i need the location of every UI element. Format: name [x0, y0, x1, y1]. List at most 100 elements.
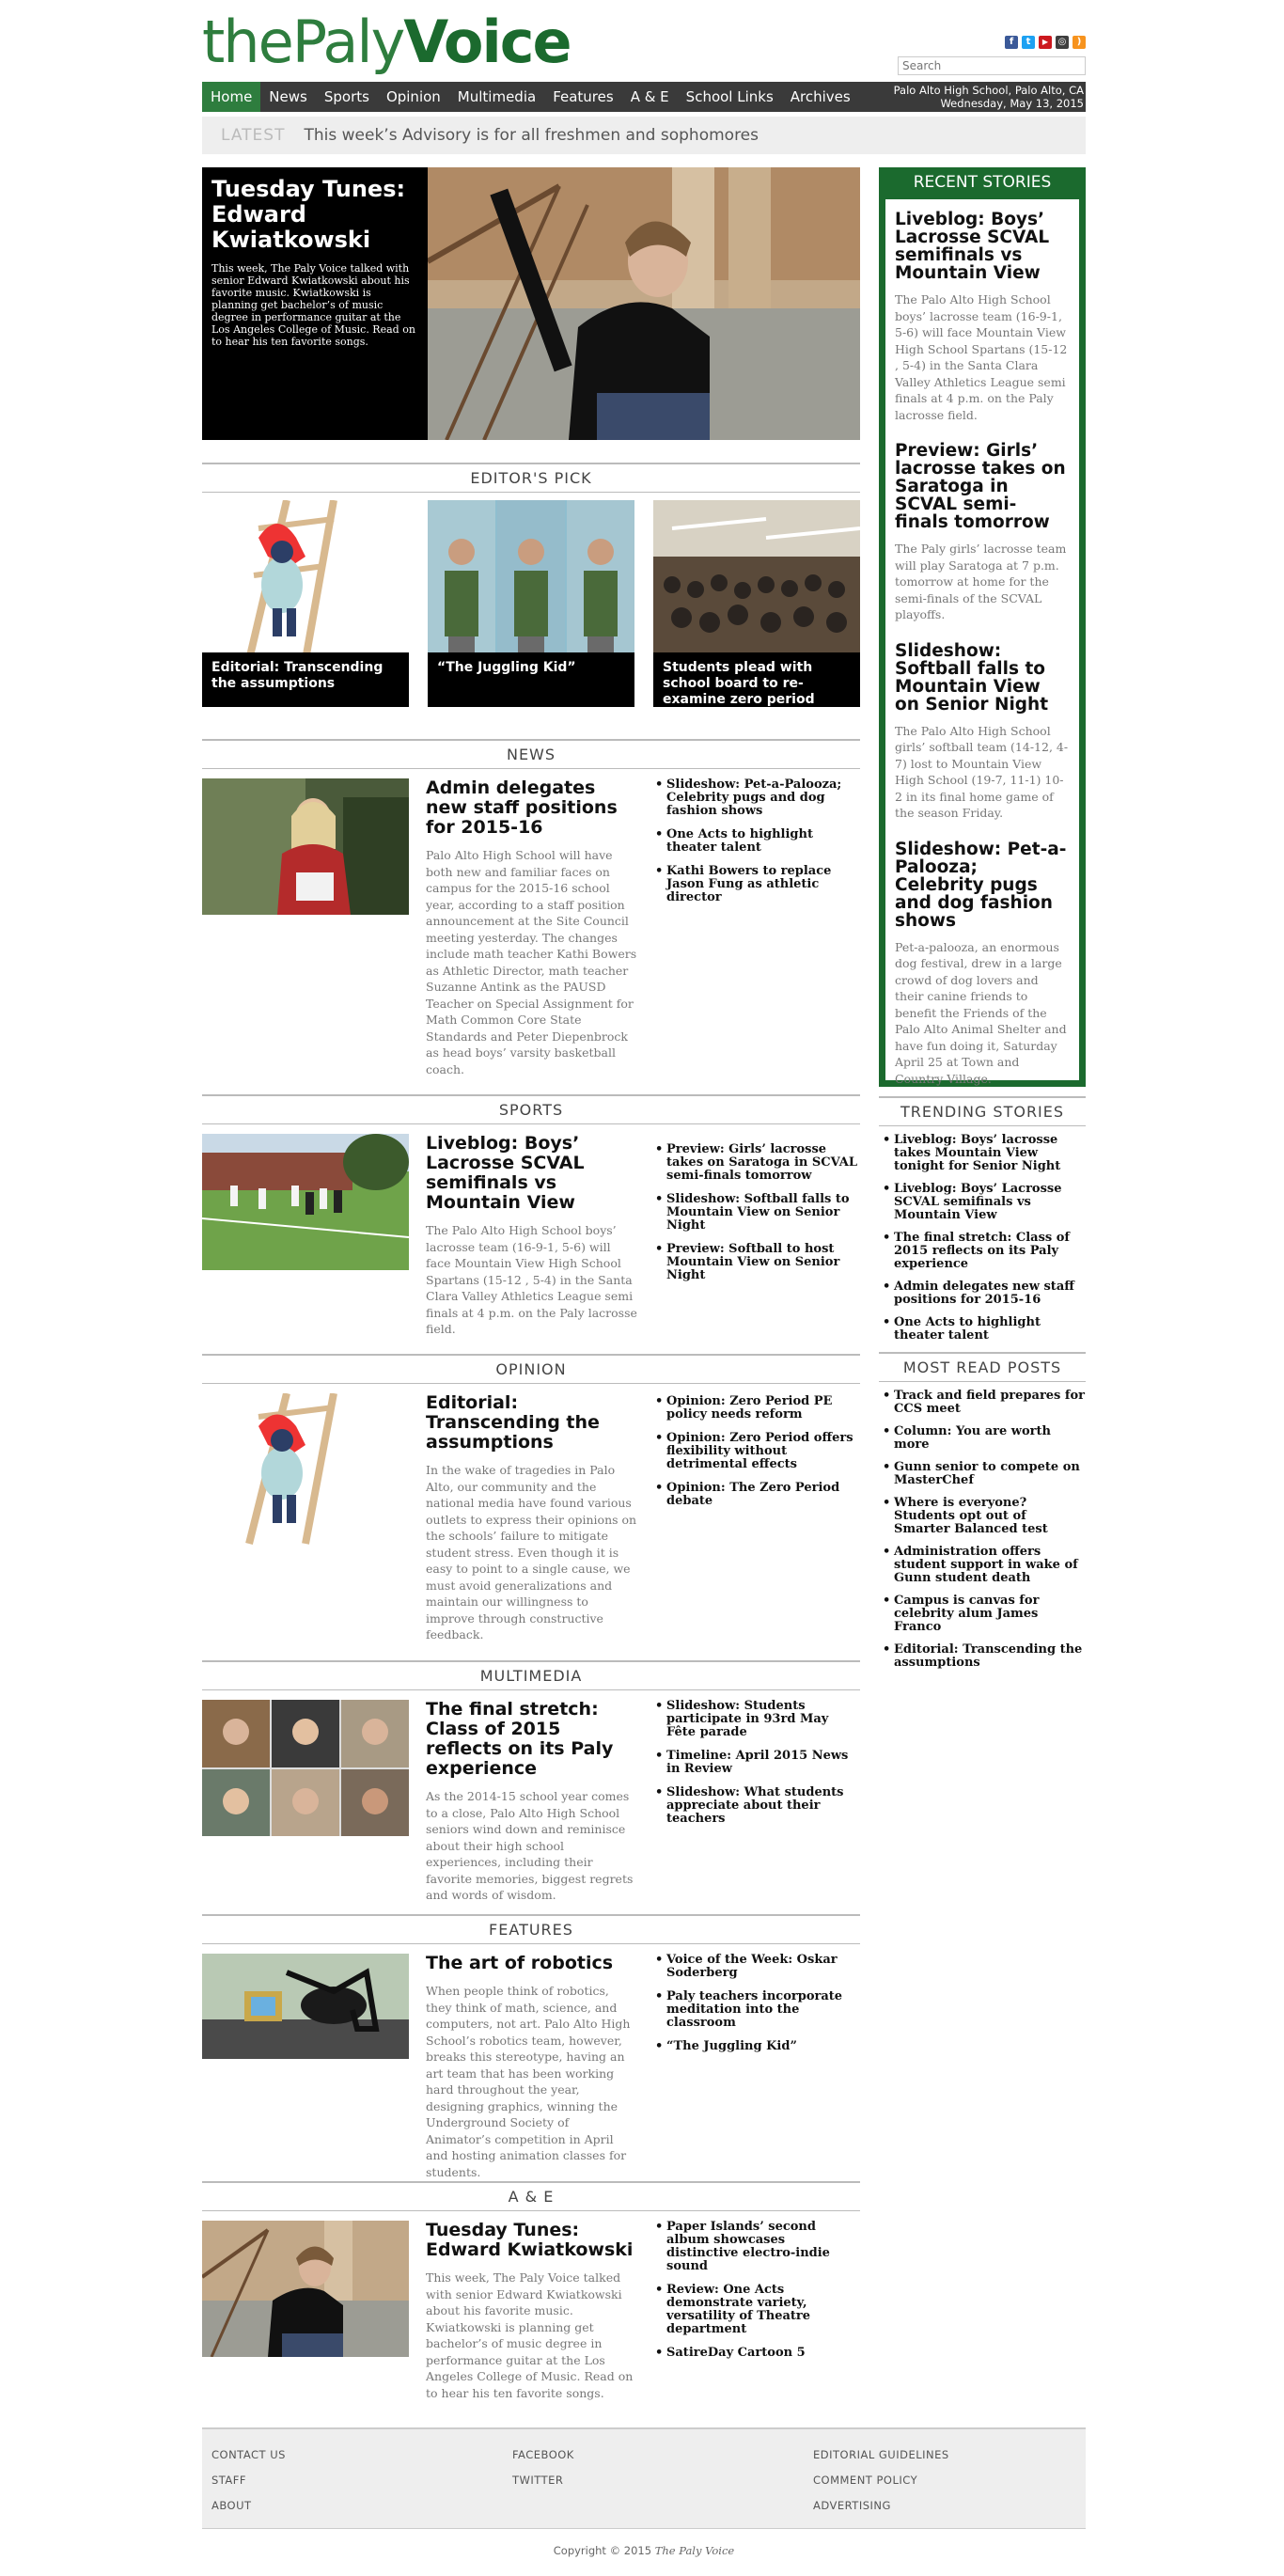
- related-link[interactable]: Opinion: Zero Period PE policy needs ref…: [653, 1395, 860, 1422]
- search-input[interactable]: [898, 56, 1086, 75]
- ticker-link[interactable]: This week’s Advisory is for all freshmen…: [304, 126, 759, 145]
- nav-item-news[interactable]: News: [260, 82, 316, 112]
- recent-story-title[interactable]: Preview: Girls’ lacrosse takes on Sarato…: [895, 442, 1070, 531]
- related-link[interactable]: Opinion: The Zero Period debate: [653, 1482, 860, 1508]
- recent-story: Preview: Girls’ lacrosse takes on Sarato…: [885, 442, 1079, 623]
- most-read-item[interactable]: Track and field prepares for CCS meet: [881, 1390, 1086, 1416]
- ae-story-excerpt: This week, The Paly Voice talked with se…: [426, 2270, 634, 2400]
- nav-item-school-links[interactable]: School Links: [678, 82, 782, 112]
- recent-story-title[interactable]: Liveblog: Boys’ Lacrosse SCVAL semifinal…: [895, 211, 1070, 282]
- editors-pick-card[interactable]: Students plead with school board to re-e…: [653, 500, 860, 707]
- nav-item-features[interactable]: Features: [544, 82, 622, 112]
- nav-item-sports[interactable]: Sports: [316, 82, 378, 112]
- opinion-heading: OPINION: [202, 1354, 860, 1384]
- nav-item-ae[interactable]: A & E: [622, 82, 678, 112]
- most-read-item[interactable]: Editorial: Transcending the assumptions: [881, 1643, 1086, 1670]
- nav-item-multimedia[interactable]: Multimedia: [449, 82, 544, 112]
- trending-list: Liveblog: Boys’ lacrosse takes Mountain …: [881, 1134, 1086, 1352]
- opinion-story: Editorial: Transcending the assumptions …: [426, 1393, 637, 1643]
- footer-link-advertising[interactable]: ADVERTISING: [813, 2499, 949, 2524]
- features-thumbnail[interactable]: [202, 1954, 409, 2059]
- footer-link-editorial-guidelines[interactable]: EDITORIAL GUIDELINES: [813, 2448, 949, 2474]
- related-link[interactable]: Slideshow: Softball falls to Mountain Vi…: [653, 1193, 860, 1233]
- editors-pick-card[interactable]: “The Juggling Kid”: [428, 500, 634, 707]
- logo-thin-text: thePaly: [202, 8, 405, 76]
- instagram-icon[interactable]: ◎: [1056, 36, 1069, 49]
- related-link[interactable]: Review: One Acts demonstrate variety, ve…: [653, 2284, 860, 2336]
- logo-bold-text: Voice: [403, 8, 572, 76]
- multimedia-story-title[interactable]: The final stretch: Class of 2015 reflect…: [426, 1700, 637, 1779]
- recent-stories-heading: RECENT STORIES: [885, 173, 1080, 199]
- related-link[interactable]: Preview: Girls’ lacrosse takes on Sarato…: [653, 1143, 860, 1183]
- featured-photo[interactable]: [428, 167, 860, 440]
- related-link[interactable]: Voice of the Week: Oskar Soderberg: [653, 1954, 860, 1980]
- site-logo[interactable]: thePalyVoice: [202, 13, 572, 71]
- sports-story-title[interactable]: Liveblog: Boys’ Lacrosse SCVAL semifinal…: [426, 1134, 637, 1213]
- features-story-excerpt: When people think of robotics, they thin…: [426, 1984, 631, 2179]
- related-link[interactable]: Slideshow: Pet-a-Palooza; Celebrity pugs…: [653, 778, 860, 818]
- sports-thumbnail[interactable]: [202, 1134, 409, 1270]
- related-link[interactable]: Timeline: April 2015 News in Review: [653, 1750, 860, 1776]
- footer-link-about[interactable]: ABOUT: [211, 2499, 286, 2524]
- nav-item-opinion[interactable]: Opinion: [378, 82, 449, 112]
- trending-item[interactable]: The final stretch: Class of 2015 reflect…: [881, 1232, 1086, 1271]
- opinion-story-title[interactable]: Editorial: Transcending the assumptions: [426, 1393, 637, 1453]
- related-link[interactable]: Slideshow: What students appreciate abou…: [653, 1786, 860, 1826]
- opinion-thumbnail[interactable]: [202, 1393, 409, 1548]
- related-link[interactable]: Kathi Bowers to replace Jason Fung as at…: [653, 865, 860, 904]
- footer-link-comment-policy[interactable]: COMMENT POLICY: [813, 2474, 949, 2499]
- features-related-links: Voice of the Week: Oskar Soderberg Paly …: [653, 1954, 860, 2064]
- featured-story[interactable]: Tuesday Tunes: Edward Kwiatkowski This w…: [202, 167, 860, 440]
- editors-pick-card[interactable]: Editorial: Transcending the assumptions: [202, 500, 409, 707]
- recent-story: Slideshow: Softball falls to Mountain Vi…: [885, 642, 1079, 822]
- most-read-item[interactable]: Column: You are worth more: [881, 1425, 1086, 1452]
- footer-link-twitter[interactable]: TWITTER: [512, 2474, 574, 2499]
- nav-item-archives[interactable]: Archives: [782, 82, 859, 112]
- nav-meta: Palo Alto High School, Palo Alto, CA Wed…: [894, 84, 1086, 110]
- features-story-title[interactable]: The art of robotics: [426, 1954, 637, 1973]
- most-read-item[interactable]: Gunn senior to compete on MasterChef: [881, 1461, 1086, 1487]
- footer-link-contact[interactable]: CONTACT US: [211, 2448, 286, 2474]
- related-link[interactable]: Preview: Softball to host Mountain View …: [653, 1243, 860, 1282]
- news-story-title[interactable]: Admin delegates new staff positions for …: [426, 778, 637, 838]
- related-link[interactable]: “The Juggling Kid”: [653, 2040, 860, 2054]
- twitter-icon[interactable]: t: [1022, 36, 1035, 49]
- related-link[interactable]: Slideshow: Students participate in 93rd …: [653, 1700, 860, 1739]
- most-read-item[interactable]: Where is everyone? Students opt out of S…: [881, 1497, 1086, 1536]
- ae-thumbnail[interactable]: [202, 2221, 409, 2357]
- trending-item[interactable]: One Acts to highlight theater talent: [881, 1316, 1086, 1343]
- recent-story-title[interactable]: Slideshow: Softball falls to Mountain Vi…: [895, 642, 1070, 714]
- most-read-item[interactable]: Campus is canvas for celebrity alum Jame…: [881, 1594, 1086, 1634]
- news-thumbnail[interactable]: [202, 778, 409, 915]
- related-link[interactable]: One Acts to highlight theater talent: [653, 828, 860, 855]
- related-link[interactable]: Paper Islands’ second album showcases di…: [653, 2221, 860, 2273]
- related-link[interactable]: SatireDay Cartoon 5: [653, 2347, 860, 2361]
- related-link[interactable]: Opinion: Zero Period offers flexibility …: [653, 1432, 860, 1471]
- featured-body: This week, The Paly Voice talked with se…: [211, 262, 415, 348]
- trending-item[interactable]: Admin delegates new staff positions for …: [881, 1280, 1086, 1307]
- ae-story-title[interactable]: Tuesday Tunes: Edward Kwiatkowski: [426, 2221, 637, 2260]
- multimedia-thumbnail[interactable]: [202, 1700, 409, 1836]
- related-link[interactable]: Paly teachers incorporate meditation int…: [653, 1990, 860, 2030]
- main-nav: Home News Sports Opinion Multimedia Feat…: [202, 82, 1086, 112]
- footer-link-facebook[interactable]: FACEBOOK: [512, 2448, 574, 2474]
- most-read-list: Track and field prepares for CCS meet Co…: [881, 1390, 1086, 1679]
- ae-related-links: Paper Islands’ second album showcases di…: [653, 2221, 860, 2370]
- most-read-item[interactable]: Administration offers student support in…: [881, 1546, 1086, 1585]
- editors-pick-caption: Editorial: Transcending the assumptions: [202, 652, 409, 707]
- featured-title[interactable]: Tuesday Tunes: Edward Kwiatkowski: [211, 177, 418, 253]
- multimedia-related-links: Slideshow: Students participate in 93rd …: [653, 1700, 860, 1836]
- nav-item-home[interactable]: Home: [202, 82, 261, 112]
- recent-story-title[interactable]: Slideshow: Pet-a-Palooza; Celebrity pugs…: [895, 840, 1070, 930]
- news-heading: NEWS: [202, 739, 860, 769]
- featured-text: Tuesday Tunes: Edward Kwiatkowski This w…: [211, 177, 418, 349]
- trending-item[interactable]: Liveblog: Boys’ lacrosse takes Mountain …: [881, 1134, 1086, 1173]
- rss-icon[interactable]: ): [1073, 36, 1086, 49]
- facebook-icon[interactable]: f: [1005, 36, 1018, 49]
- copyright-text: Copyright © 2015: [553, 2544, 652, 2557]
- footer-link-staff[interactable]: STAFF: [211, 2474, 286, 2499]
- youtube-icon[interactable]: ▶: [1039, 36, 1052, 49]
- trending-item[interactable]: Liveblog: Boys’ Lacrosse SCVAL semifinal…: [881, 1183, 1086, 1222]
- recent-stories-box: RECENT STORIES Liveblog: Boys’ Lacrosse …: [879, 167, 1086, 1087]
- sports-story: Liveblog: Boys’ Lacrosse SCVAL semifinal…: [426, 1134, 637, 1338]
